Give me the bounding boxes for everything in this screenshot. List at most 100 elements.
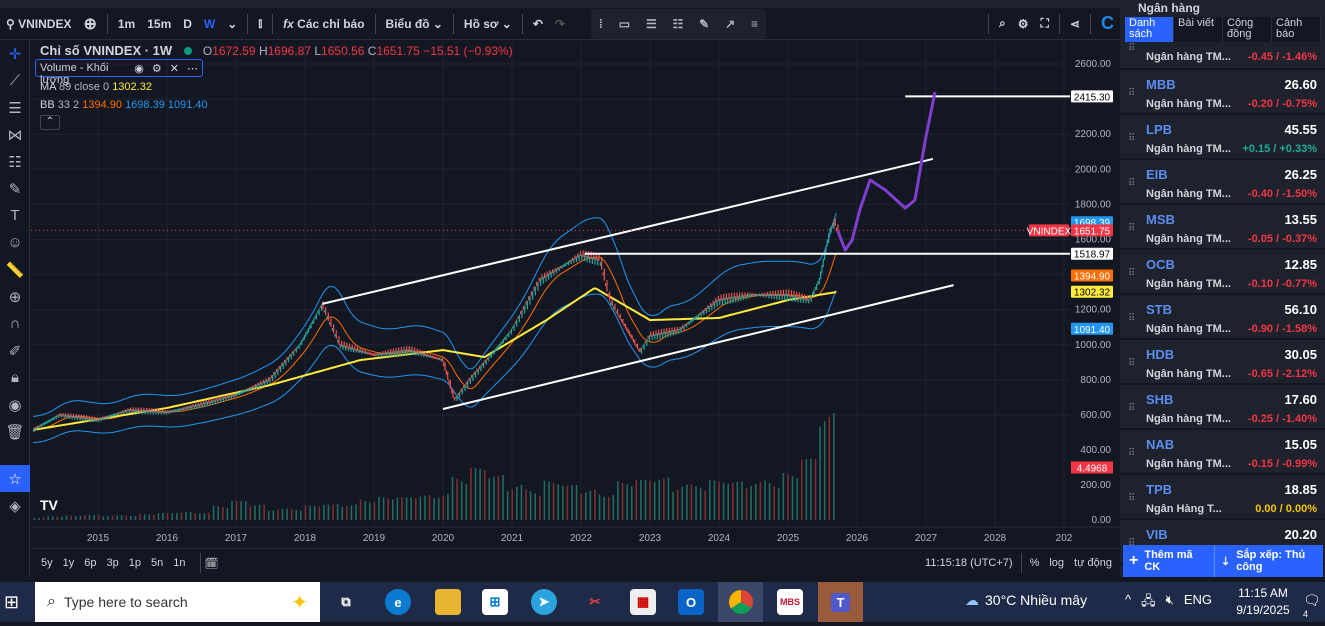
crosshair-icon[interactable]: ✛: [0, 40, 30, 67]
calendar-icon[interactable]: 🗓︎: [205, 557, 219, 570]
drag-handle-icon[interactable]: ⁞: [599, 17, 603, 31]
range-5d[interactable]: 5n: [151, 557, 163, 569]
drag-handle-icon[interactable]: ⠿: [1128, 88, 1135, 99]
mbs-app-icon[interactable]: MBS: [777, 589, 803, 615]
tab-community[interactable]: Cộng đồng: [1223, 17, 1272, 42]
network-icon[interactable]: 🖧︎: [1141, 592, 1156, 614]
interval-15m[interactable]: 15m: [141, 17, 177, 31]
undo-icon[interactable]: ↶: [527, 17, 549, 31]
chevron-up-icon[interactable]: ^: [1125, 592, 1131, 614]
lines-icon[interactable]: ≡: [751, 17, 758, 31]
drag-handle-icon[interactable]: ⠿: [1128, 178, 1135, 189]
hlines-icon[interactable]: ☰: [0, 94, 30, 121]
range-6m[interactable]: 6p: [84, 557, 96, 569]
telegram-icon[interactable]: ➤: [531, 589, 557, 615]
range-1y[interactable]: 1y: [63, 557, 75, 569]
lock-icon[interactable]: 🔒︎: [0, 364, 30, 391]
drag-handle-icon[interactable]: ⠿: [1128, 358, 1135, 369]
volume-legend[interactable]: Volume - Khối lượng ◉ ⚙ ✕ ⋯: [35, 59, 203, 86]
weather-widget[interactable]: ☁ 30°C Nhiều mây: [965, 592, 1087, 609]
fullscreen-icon[interactable]: ⛶: [1035, 16, 1055, 31]
task-view-icon[interactable]: ⧉: [333, 589, 359, 615]
log-toggle[interactable]: log: [1049, 557, 1064, 569]
zoom-search-icon[interactable]: ⌕: [993, 16, 1012, 31]
chevron-down-icon[interactable]: ⌄: [221, 17, 243, 31]
brush-icon[interactable]: ✎: [699, 17, 709, 31]
windows-start-icon[interactable]: ⊞: [4, 592, 19, 613]
list-item[interactable]: ⠿ TPB 18.85 Ngân Hàng T... 0.00 / 0.00%: [1120, 477, 1325, 520]
trash-icon[interactable]: 🗑︎: [0, 418, 30, 445]
list-item[interactable]: ⠿ SHB 17.60 Ngân hàng TM... -0.25 / -1.4…: [1120, 387, 1325, 430]
collapse-legend-button[interactable]: ⌃: [40, 115, 60, 130]
clock-date[interactable]: 11:15 AM 9/19/2025: [1233, 586, 1293, 617]
clock[interactable]: 11:15:18 (UTC+7): [925, 557, 1013, 569]
layers-icon[interactable]: ◈: [0, 492, 30, 519]
language-indicator[interactable]: ENG: [1184, 592, 1212, 614]
range-1d[interactable]: 1n: [173, 557, 185, 569]
arrow-icon[interactable]: ↗: [725, 17, 735, 31]
interval-w[interactable]: W: [198, 17, 221, 31]
notification-icon[interactable]: 🗨︎4: [1303, 592, 1325, 626]
drag-handle-icon[interactable]: ⠿: [1128, 313, 1135, 324]
list-item[interactable]: ⠿ OCB 12.85 Ngân hàng TM... -0.10 / -0.7…: [1120, 252, 1325, 295]
drag-handle-icon[interactable]: ⠿: [1128, 223, 1135, 234]
lock-draw-icon[interactable]: ✐: [0, 337, 30, 364]
tradingview-logo[interactable]: TV: [40, 497, 66, 515]
range-5y[interactable]: 5y: [41, 557, 53, 569]
fib-icon[interactable]: ☷: [0, 148, 30, 175]
range-1m[interactable]: 1p: [129, 557, 141, 569]
list-item[interactable]: ⠿ HDB 30.05 Ngân hàng TM... -0.65 / -2.1…: [1120, 342, 1325, 385]
drag-handle-icon[interactable]: ⠿: [1128, 403, 1135, 414]
zoom-in-icon[interactable]: ⊕: [0, 283, 30, 310]
list-item[interactable]: ⠿ MSB 13.55 Ngân hàng TM... -0.05 / -0.3…: [1120, 207, 1325, 250]
drag-handle-icon[interactable]: ⠿: [1128, 448, 1135, 459]
fib-icon[interactable]: ☷: [673, 17, 684, 31]
chrome-icon[interactable]: [718, 582, 763, 622]
more-icon[interactable]: ⋯: [187, 62, 198, 75]
eye-icon[interactable]: ◉: [134, 62, 144, 75]
compare-add-icon[interactable]: ⊕: [77, 14, 102, 34]
taskbar-search[interactable]: ⌕ Type here to search ✦: [35, 582, 320, 622]
candles-icon[interactable]: ⫾: [252, 16, 268, 31]
share-icon[interactable]: ⋖: [1064, 17, 1086, 31]
teams-icon[interactable]: T: [818, 582, 863, 622]
eye-icon[interactable]: ◉: [0, 391, 30, 418]
volume-muted-icon[interactable]: 🔇︎: [1166, 592, 1174, 614]
auto-toggle[interactable]: tự động: [1074, 557, 1112, 569]
drag-handle-icon[interactable]: ⠿: [1128, 133, 1135, 144]
pattern-icon[interactable]: ⋈: [0, 121, 30, 148]
symbol-search[interactable]: ⚲ VNINDEX: [0, 17, 77, 31]
star-icon[interactable]: ☆: [0, 465, 30, 492]
magnet-icon[interactable]: ∩: [0, 310, 30, 337]
drag-handle-icon[interactable]: ⠿: [1128, 493, 1135, 504]
text-icon[interactable]: T: [0, 202, 30, 229]
edge-icon[interactable]: e: [385, 589, 411, 615]
profile-button[interactable]: Hồ sơ ⌄: [458, 17, 518, 31]
drag-handle-icon[interactable]: ⠿: [1128, 43, 1135, 54]
interval-d[interactable]: D: [177, 17, 198, 31]
ruler-icon[interactable]: 📏: [0, 256, 30, 283]
sort-button[interactable]: ⇣ Sắp xếp: Thủ công: [1215, 545, 1323, 577]
tab-list[interactable]: Danh sách: [1125, 17, 1174, 42]
range-3m[interactable]: 3p: [107, 557, 119, 569]
outlook-icon[interactable]: O: [678, 589, 704, 615]
list-item[interactable]: ⠿ EIB 26.25 Ngân hàng TM... -0.40 / -1.5…: [1120, 162, 1325, 205]
shape-icon[interactable]: ▭: [619, 17, 630, 31]
drag-handle-icon[interactable]: ⠿: [1128, 268, 1135, 279]
interval-1m[interactable]: 1m: [112, 17, 141, 31]
tab-posts[interactable]: Bài viết: [1174, 17, 1223, 42]
percent-toggle[interactable]: %: [1030, 557, 1040, 569]
chart-type-button[interactable]: Biểu đồ ⌄: [380, 17, 449, 31]
gear-icon[interactable]: ⚙: [1012, 17, 1035, 31]
list-item[interactable]: ⠿ MBB 26.60 Ngân hàng TM... -0.20 / -0.7…: [1120, 72, 1325, 115]
list-item[interactable]: ⠿ LPB 45.55 Ngân hàng TM... +0.15 / +0.3…: [1120, 117, 1325, 160]
indicators-button[interactable]: fx Các chỉ báo: [277, 17, 370, 31]
bb-legend[interactable]: BB 33 2 1394.90 1698.39 1091.40: [40, 99, 208, 111]
tab-alerts[interactable]: Cảnh báo: [1272, 17, 1321, 42]
close-icon[interactable]: ✕: [170, 62, 179, 75]
parallel-channel-icon[interactable]: ☰: [646, 17, 657, 31]
file-explorer-icon[interactable]: [435, 589, 461, 615]
list-item[interactable]: ⠿ NAB 15.05 Ngân hàng TM... -0.15 / -0.9…: [1120, 432, 1325, 475]
brush-icon[interactable]: ✎: [0, 175, 30, 202]
list-item[interactable]: ⠿ Ngân hàng TM... -0.45 / -1.46%: [1120, 43, 1325, 70]
